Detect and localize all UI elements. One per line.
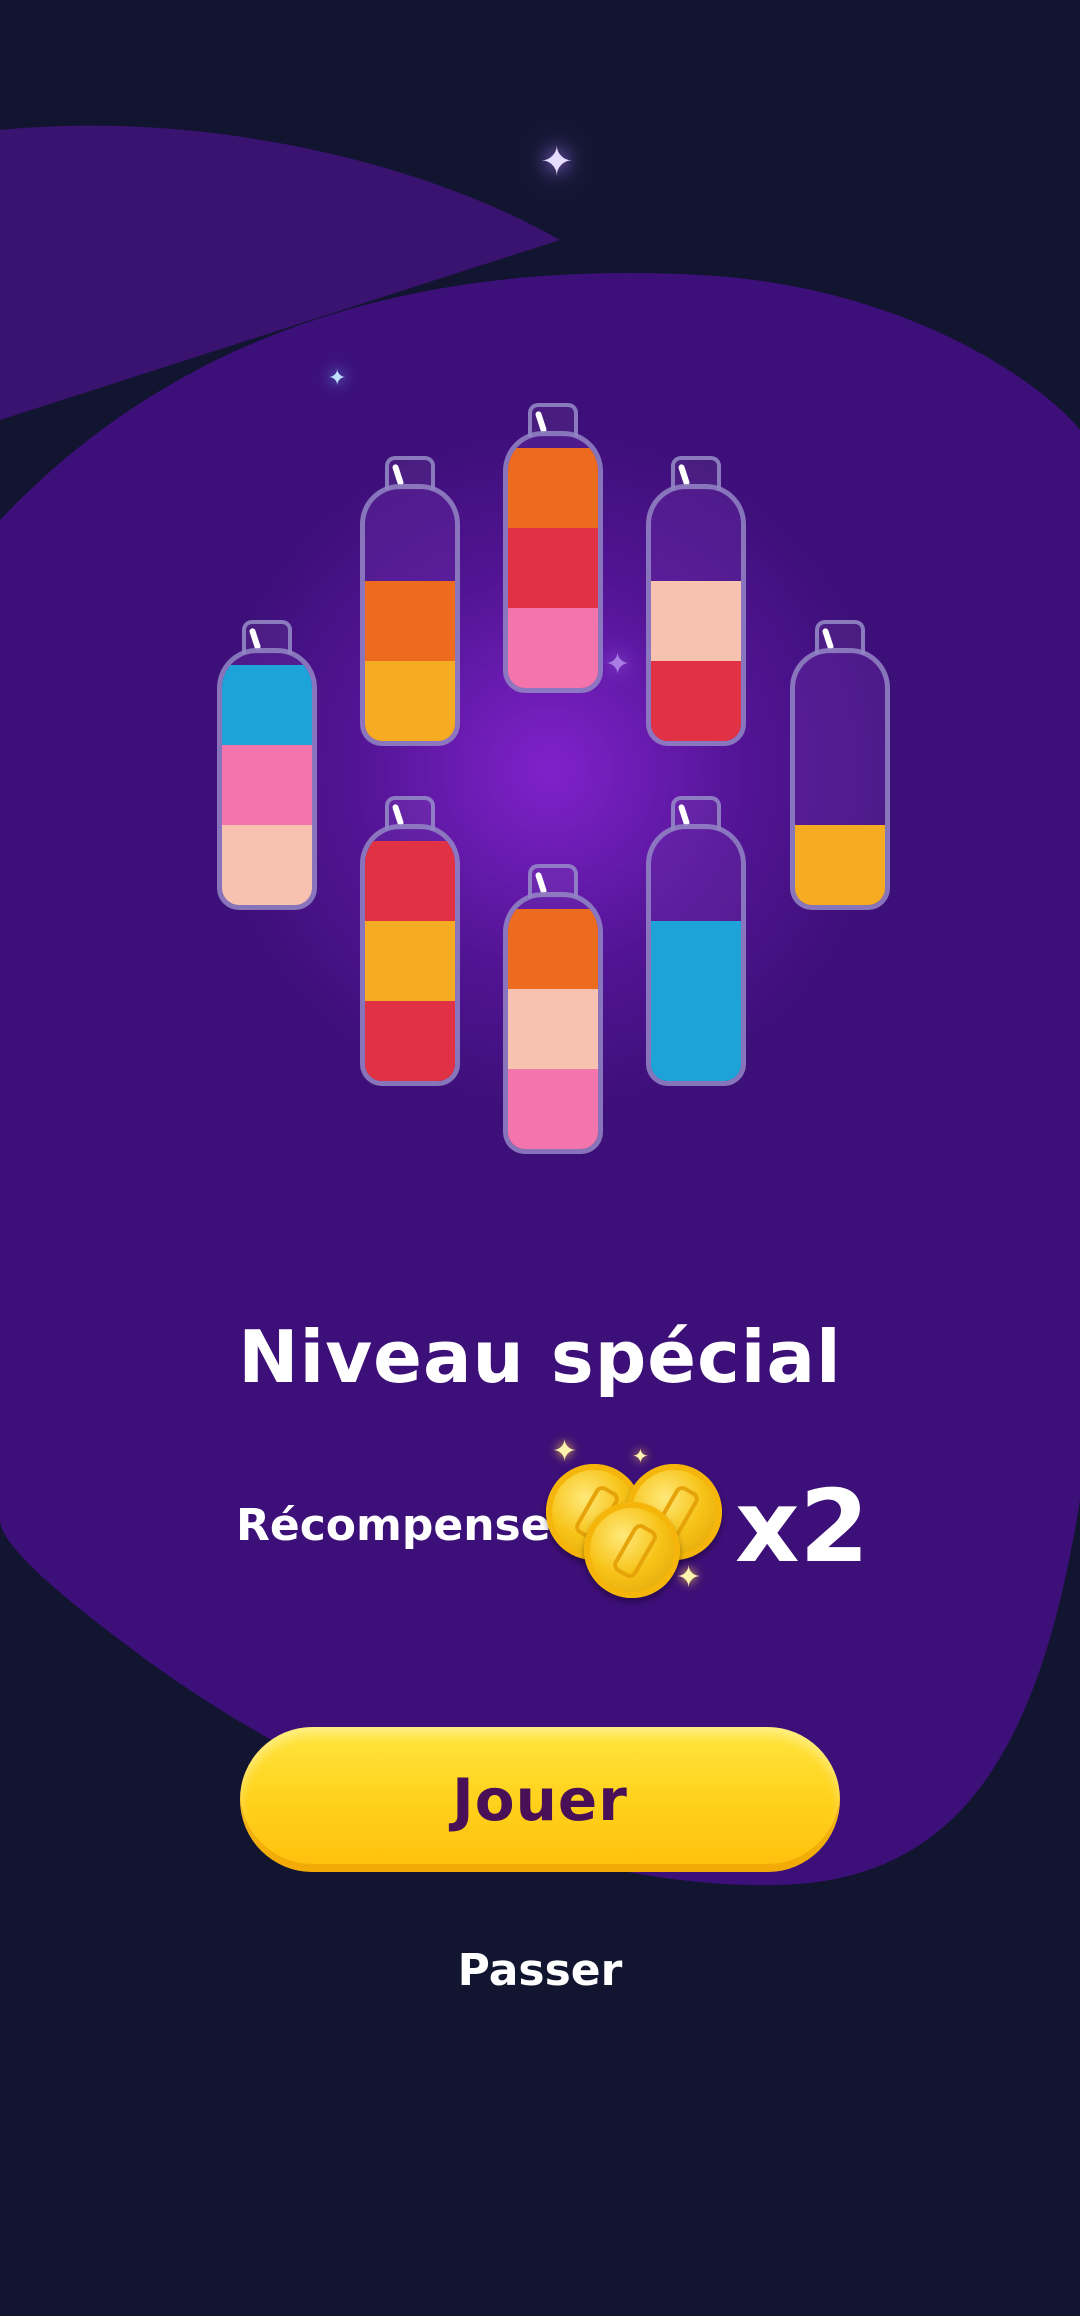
liquid-layer-red: [508, 528, 598, 608]
liquid-layer-red: [365, 1001, 455, 1081]
sparkle-icon: ✦: [540, 139, 574, 185]
bottle-body: [790, 648, 890, 910]
coin-icon: [584, 1502, 680, 1598]
liquid-layer-pink: [508, 608, 598, 688]
bottle-body: [360, 484, 460, 746]
sparkle-icon: ✦: [632, 1444, 649, 1468]
bottle-body: [646, 484, 746, 746]
bottle-lower-right[interactable]: [646, 796, 746, 1086]
liquid-layer-peach: [222, 825, 312, 905]
liquid-layer-orange: [365, 581, 455, 661]
bottle-bottom-center[interactable]: [503, 864, 603, 1154]
reward-row: Récompense ✦ ✦ ✦ x2: [0, 1434, 1080, 1600]
sparkle-icon: ✦: [328, 366, 347, 391]
liquid-layer-yellow: [365, 921, 455, 1001]
sparkle-icon: ✦: [552, 1434, 578, 1469]
bottle-body: [503, 431, 603, 693]
bottle-far-left[interactable]: [217, 620, 317, 910]
liquid-layer-orange: [508, 448, 598, 528]
liquid-layer-pink: [508, 1069, 598, 1149]
liquid-layer-orange: [508, 909, 598, 989]
bottle-body: [360, 824, 460, 1086]
skip-button[interactable]: Passer: [0, 1945, 1080, 1996]
sparkle-icon: ✦: [676, 1560, 702, 1595]
liquid-layer-yellow: [795, 825, 885, 905]
bottle-body: [646, 824, 746, 1086]
bottle-top-center[interactable]: [503, 403, 603, 693]
liquid-layer-blue: [651, 921, 741, 1001]
liquid-layer-red: [365, 841, 455, 921]
liquid-layer-peach: [508, 989, 598, 1069]
level-title: Niveau spécial: [238, 1315, 842, 1399]
bottle-body: [503, 892, 603, 1154]
liquid-layer-red: [651, 661, 741, 741]
bottle-upper-right[interactable]: [646, 456, 746, 746]
liquid-layer-pink: [222, 745, 312, 825]
bottle-far-right[interactable]: [790, 620, 890, 910]
liquid-layer-blue: [651, 1001, 741, 1081]
sparkle-icon: ✦: [605, 647, 631, 682]
reward-multiplier: x2: [735, 1468, 870, 1585]
liquid-layer-yellow: [365, 661, 455, 741]
bottle-lower-left[interactable]: [360, 796, 460, 1086]
liquid-layer-blue: [222, 665, 312, 745]
reward-label: Récompense: [236, 1500, 551, 1551]
gold-coins-icon: ✦ ✦ ✦: [540, 1434, 730, 1600]
bottle-upper-left[interactable]: [360, 456, 460, 746]
liquid-layer-peach: [651, 581, 741, 661]
bottle-body: [217, 648, 317, 910]
play-button[interactable]: Jouer: [240, 1727, 840, 1872]
